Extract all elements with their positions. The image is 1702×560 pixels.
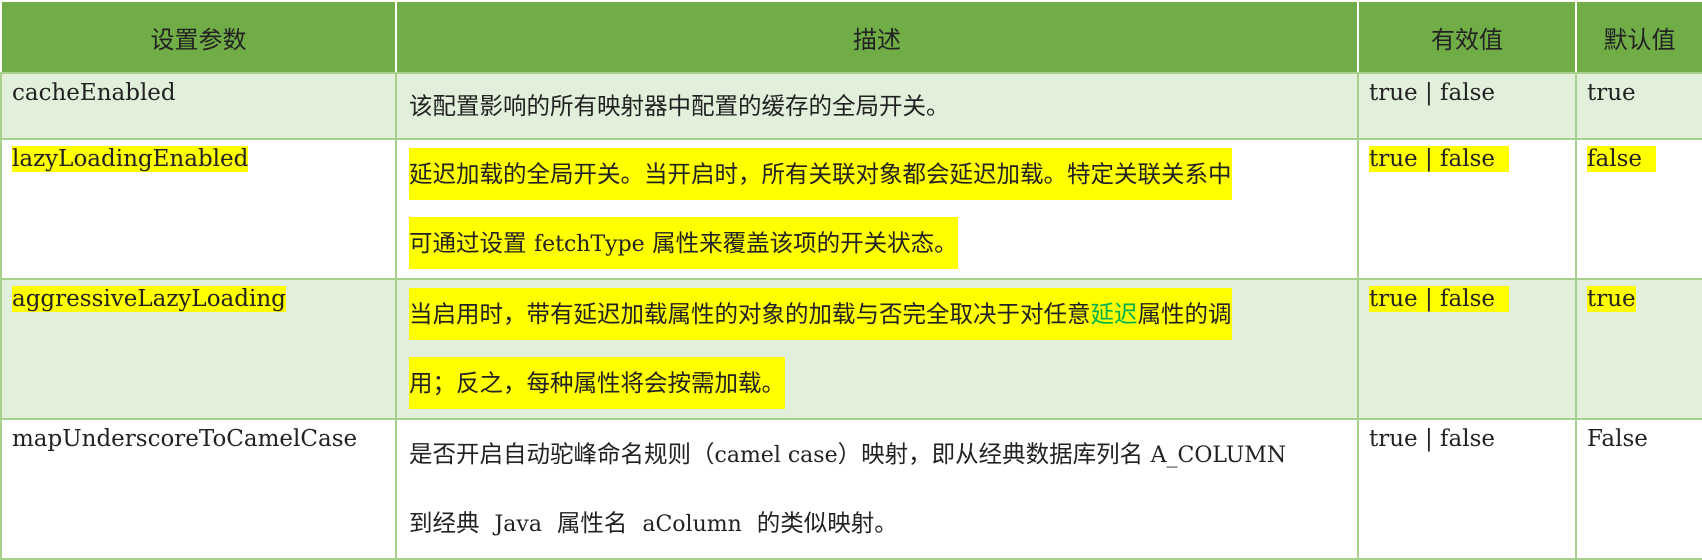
description-cell: 当启用时，带有延迟加载属性的对象的加载与否完全取决于对任意延迟属性的调 用；反之…	[395, 278, 1359, 420]
default-value: true	[1587, 80, 1636, 106]
param-cell: lazyLoadingEnabled	[0, 138, 397, 280]
code-camel-case: camel case	[714, 443, 838, 468]
code-java: Java	[494, 512, 542, 537]
description-cell: 该配置影响的所有映射器中配置的缓存的全局开关。	[395, 72, 1359, 140]
param-name: mapUnderscoreToCamelCase	[12, 426, 358, 452]
code-a-column: A_COLUMN	[1150, 443, 1287, 468]
valid-values: true | false	[1369, 80, 1496, 106]
default-cell: false	[1575, 138, 1702, 280]
description-line-2-start: 到经典	[409, 509, 480, 537]
description-line-1-mid: ）映射，即从经典数据库列名	[837, 440, 1144, 468]
header-valid-values: 有效值	[1357, 0, 1577, 74]
description-line-2-end: 属性来覆盖该项的开关状态。	[652, 229, 958, 257]
valid-cell: true | false	[1357, 418, 1577, 560]
description-line-2-end: 的类似映射。	[756, 509, 898, 537]
header-description: 描述	[395, 0, 1359, 74]
default-value: false	[1587, 146, 1656, 172]
valid-values: true | false	[1369, 146, 1510, 172]
param-name: aggressiveLazyLoading	[12, 286, 286, 312]
description-line-1-start: 是否开启自动驼峰命名规则（	[409, 440, 715, 468]
valid-cell: true | false	[1357, 138, 1577, 280]
default-cell: False	[1575, 418, 1702, 560]
header-param: 设置参数	[0, 0, 397, 74]
valid-cell: true | false	[1357, 72, 1577, 140]
param-cell: cacheEnabled	[0, 72, 397, 140]
description-line-2-mid: 属性名	[556, 509, 628, 537]
code-fetchtype: fetchType	[533, 232, 645, 257]
param-cell: aggressiveLazyLoading	[0, 278, 397, 420]
default-cell: true	[1575, 72, 1702, 140]
description-line-1-start: 当启用时，带有延迟加载属性的对象的加载与否完全取决于对任意	[409, 300, 1091, 328]
link-delay[interactable]: 延迟	[1091, 300, 1138, 328]
header-default-value: 默认值	[1575, 0, 1702, 74]
description-text: 该配置影响的所有映射器中配置的缓存的全局开关。	[409, 92, 950, 120]
param-cell: mapUnderscoreToCamelCase	[0, 418, 397, 560]
description-line-1-end: 属性的调	[1137, 300, 1232, 328]
code-acolumn: aColumn	[642, 512, 742, 537]
description-line-1: 延迟加载的全局开关。当开启时，所有关联对象都会延迟加载。特定关联关系中	[409, 148, 1232, 200]
table-row: lazyLoadingEnabled 延迟加载的全局开关。当开启时，所有关联对象…	[0, 138, 1702, 280]
valid-cell: true | false	[1357, 278, 1577, 420]
description-line-2: 用；反之，每种属性将会按需加载。	[409, 357, 785, 409]
valid-values: true | false	[1369, 426, 1496, 452]
header-row: 设置参数 描述 有效值 默认值	[0, 0, 1702, 74]
param-name: lazyLoadingEnabled	[12, 146, 249, 172]
default-cell: true	[1575, 278, 1702, 420]
table-row: mapUnderscoreToCamelCase 是否开启自动驼峰命名规则（ca…	[0, 418, 1702, 560]
param-name: cacheEnabled	[12, 80, 176, 106]
description-cell: 是否开启自动驼峰命名规则（camel case）映射，即从经典数据库列名 A_C…	[395, 418, 1359, 560]
table-row: cacheEnabled 该配置影响的所有映射器中配置的缓存的全局开关。 tru…	[0, 72, 1702, 140]
default-value: true	[1587, 286, 1636, 312]
table-row: aggressiveLazyLoading 当启用时，带有延迟加载属性的对象的加…	[0, 278, 1702, 420]
description-line-2-start: 可通过设置	[409, 229, 527, 257]
settings-table: 设置参数 描述 有效值 默认值 cacheEnabled 该配置影响的所有映射器…	[0, 0, 1702, 560]
valid-values: true | false	[1369, 286, 1510, 312]
default-value: False	[1587, 426, 1648, 452]
description-cell: 延迟加载的全局开关。当开启时，所有关联对象都会延迟加载。特定关联关系中 可通过设…	[395, 138, 1359, 280]
